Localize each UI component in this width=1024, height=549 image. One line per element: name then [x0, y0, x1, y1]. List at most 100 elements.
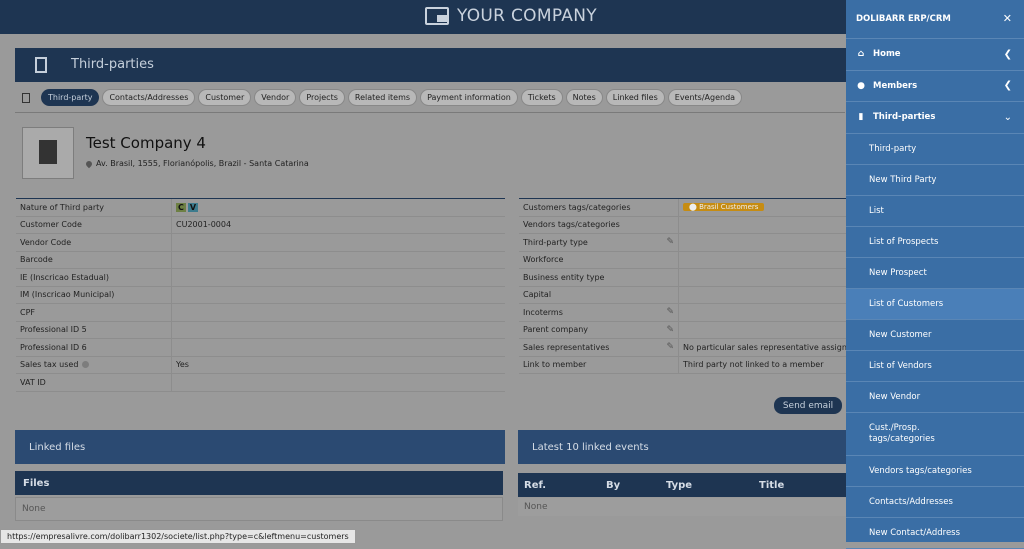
edit-pencil-icon[interactable]: ✎ — [666, 342, 674, 352]
field-label: IM (Inscricao Municipal) — [16, 286, 172, 303]
field-label: Nature of Third party — [16, 199, 172, 216]
field-value: ⬤ Brasil Customers — [679, 203, 846, 212]
field-label: Link to member — [519, 356, 679, 373]
map-pin-icon — [84, 159, 94, 168]
menu-sub-list-vendors[interactable]: List of Vendors — [846, 351, 1024, 382]
menu-sub-list[interactable]: List — [846, 196, 1024, 227]
page-title: Third-parties — [71, 57, 154, 72]
user-icon: ● — [857, 80, 865, 91]
field-label: Vendor Code — [16, 234, 172, 251]
menu-sub-new-contact[interactable]: New Contact/Address — [846, 518, 1024, 549]
menu-sub-third-party[interactable]: Third-party — [846, 134, 1024, 165]
menu-sub-new-third-party[interactable]: New Third Party — [846, 165, 1024, 196]
field-value: CV — [172, 202, 505, 212]
sales-tax-label: Sales tax used — [20, 360, 79, 370]
menu-item-third-parties[interactable]: ▮ Third-parties ⌄ — [846, 102, 1024, 134]
field-value: Third party not linked to a member — [683, 360, 824, 370]
menu-sub-new-vendor[interactable]: New Vendor — [846, 382, 1024, 413]
edit-pencil-icon[interactable]: ✎ — [666, 325, 674, 335]
tab-contacts-addresses[interactable]: Contacts/Addresses — [102, 89, 196, 106]
table-row: Barcode — [16, 251, 505, 269]
divider — [15, 112, 845, 113]
files-empty: None — [15, 497, 503, 521]
tab-projects[interactable]: Projects — [299, 89, 345, 106]
tab-third-party[interactable]: Third-party — [41, 89, 100, 106]
menu-sub-cust-prosp-tags[interactable]: Cust./Prosp. tags/categories — [846, 413, 1024, 456]
table-row: VAT ID — [16, 374, 505, 392]
tab-related-items[interactable]: Related items — [347, 89, 418, 106]
field-label: CPF — [16, 304, 172, 321]
menu-sub-list-customers[interactable]: List of Customers — [846, 288, 1024, 320]
customer-badge: C — [176, 202, 186, 212]
menu-label: Members — [873, 80, 918, 91]
field-label: Parent company ✎ — [519, 321, 679, 338]
company-avatar[interactable] — [22, 127, 74, 179]
menu-sub-list-prospects[interactable]: List of Prospects — [846, 227, 1024, 258]
table-row: Professional ID 5 — [16, 321, 505, 339]
field-label: Workforce — [519, 251, 679, 268]
tab-notes[interactable]: Notes — [565, 89, 603, 106]
table-row: Vendor Code — [16, 234, 505, 252]
table-row: Parent company ✎ — [519, 321, 846, 339]
table-row: Customers tags/categories ⬤ Brasil Custom… — [519, 199, 846, 217]
incoterms-label: Incoterms — [523, 307, 563, 317]
field-value: Yes — [176, 360, 189, 370]
menu-sub-contacts-addresses[interactable]: Contacts/Addresses — [846, 487, 1024, 518]
table-row: IE (Inscricao Estadual) — [16, 269, 505, 287]
table-row: Vendors tags/categories — [519, 216, 846, 234]
menu-item-home[interactable]: ⌂ Home ❮ — [846, 39, 1024, 71]
files-subheader: Files — [15, 471, 503, 495]
menu-title: DOLIBARR ERP/CRM — [856, 14, 951, 24]
close-icon[interactable]: ✕ — [1003, 12, 1012, 25]
field-label: Customer Code — [16, 216, 172, 233]
home-icon: ⌂ — [857, 49, 865, 60]
table-row: Third-party type ✎ — [519, 234, 846, 252]
vendor-badge: V — [187, 202, 199, 212]
building-icon — [39, 140, 57, 164]
linked-files-header: Linked files — [15, 430, 505, 464]
side-menu: DOLIBARR ERP/CRM ✕ ⌂ Home ❮ ● Members ❮ ▮ Thi… — [846, 0, 1024, 549]
send-email-button[interactable]: Send email — [773, 396, 843, 415]
menu-sub-new-prospect[interactable]: New Prospect — [846, 258, 1024, 289]
menu-label: Home — [873, 49, 901, 60]
edit-pencil-icon[interactable]: ✎ — [666, 237, 674, 247]
chevron-down-icon: ⌄ — [1003, 111, 1012, 123]
info-icon[interactable] — [82, 361, 90, 369]
events-header: Latest 10 linked events — [518, 430, 846, 464]
tab-events-agenda[interactable]: Events/Agenda — [667, 89, 743, 106]
tab-linked-files[interactable]: Linked files — [605, 89, 665, 106]
sales-reps-label: Sales representatives — [523, 342, 610, 352]
field-value: CU2001-0004 — [176, 220, 232, 230]
field-label: Incoterms ✎ — [519, 304, 679, 321]
menu-sub-vendor-tags[interactable]: Vendors tags/categories — [846, 456, 1024, 487]
address-text: Av. Brasil, 1555, Florianópolis, Brazil … — [96, 159, 309, 168]
table-row: Sales tax used Yes — [16, 356, 505, 374]
table-row: IM (Inscricao Municipal) — [16, 286, 505, 304]
field-label: Customers tags/categories — [519, 199, 679, 216]
col-type: Type — [666, 479, 693, 491]
right-fields-table: Customers tags/categories ⬤ Brasil Custom… — [519, 198, 846, 374]
col-ref: Ref. — [524, 479, 547, 491]
field-label: Third-party type ✎ — [519, 234, 679, 251]
building-icon — [35, 57, 47, 73]
page-title-bar: Third-parties — [15, 48, 855, 82]
menu-item-members[interactable]: ● Members ❮ — [846, 71, 1024, 102]
company-brand[interactable]: YOUR COMPANY — [425, 6, 597, 26]
field-label: Sales representatives ✎ — [519, 339, 679, 356]
company-logo-icon — [425, 7, 449, 25]
tab-vendor[interactable]: Vendor — [254, 89, 297, 106]
tab-customer[interactable]: Customer — [198, 89, 252, 106]
tab-payment-information[interactable]: Payment information — [420, 89, 518, 106]
edit-pencil-icon[interactable]: ✎ — [666, 307, 674, 317]
customer-tag[interactable]: ⬤ Brasil Customers — [683, 203, 765, 212]
col-by: By — [606, 479, 621, 491]
tab-tickets[interactable]: Tickets — [520, 89, 563, 106]
table-row: Link to member Third party not linked to … — [519, 356, 846, 374]
menu-sub-new-customer[interactable]: New Customer — [846, 320, 1024, 351]
field-label: Professional ID 6 — [16, 339, 172, 356]
field-label: IE (Inscricao Estadual) — [16, 269, 172, 286]
company-name-heading: Test Company 4 — [86, 134, 206, 152]
table-row: Customer Code CU2001-0004 — [16, 216, 505, 234]
company-name: YOUR COMPANY — [457, 6, 597, 26]
tag-icon: ⬤ — [689, 203, 700, 212]
